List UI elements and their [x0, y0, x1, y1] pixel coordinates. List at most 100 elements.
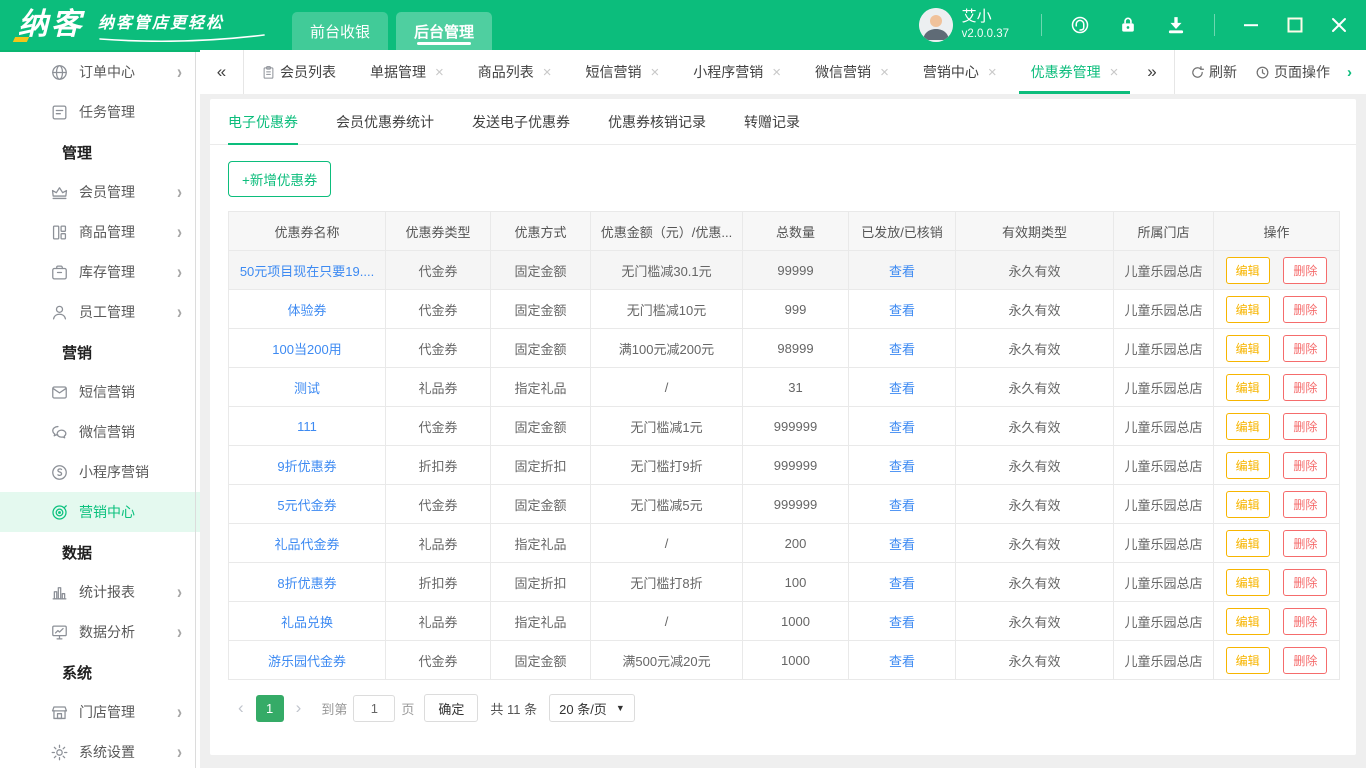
tab-close-icon[interactable]: ×	[435, 65, 444, 80]
close-button[interactable]	[1326, 12, 1352, 38]
view-link[interactable]: 查看	[889, 420, 915, 435]
edit-button[interactable]: 编辑	[1226, 413, 1270, 440]
page-tab[interactable]: 微信营销 ×	[803, 50, 901, 94]
delete-button[interactable]: 删除	[1283, 374, 1327, 401]
page-tab[interactable]: 优惠券管理 ×	[1019, 50, 1130, 94]
edit-button[interactable]: 编辑	[1226, 569, 1270, 596]
coupon-name-link[interactable]: 111	[297, 419, 317, 434]
coupon-subtab[interactable]: 优惠券核销记录	[608, 99, 706, 144]
edit-button[interactable]: 编辑	[1226, 335, 1270, 362]
edit-button[interactable]: 编辑	[1226, 374, 1270, 401]
sidebar-item-member[interactable]: 会员管理 ›	[0, 172, 200, 212]
edit-button[interactable]: 编辑	[1226, 257, 1270, 284]
view-link[interactable]: 查看	[889, 498, 915, 513]
backend-manage-button[interactable]: 后台管理	[396, 12, 492, 50]
coupon-name-link[interactable]: 8折优惠券	[277, 576, 336, 591]
sidebar-item-goods[interactable]: 商品管理 ›	[0, 212, 200, 252]
edit-button[interactable]: 编辑	[1226, 530, 1270, 557]
sidebar-item-order-center[interactable]: 订单中心 ›	[0, 52, 200, 92]
sidebar-item-store[interactable]: 门店管理 ›	[0, 692, 200, 732]
tab-close-icon[interactable]: ×	[988, 65, 997, 80]
page-tab[interactable]: 短信营销 ×	[574, 50, 672, 94]
edit-button[interactable]: 编辑	[1226, 608, 1270, 635]
coupon-name-link[interactable]: 100当200用	[272, 342, 341, 357]
edit-button[interactable]: 编辑	[1226, 296, 1270, 323]
tab-close-icon[interactable]: ×	[772, 65, 781, 80]
delete-button[interactable]: 删除	[1283, 491, 1327, 518]
sidebar-item-stats[interactable]: 统计报表 ›	[0, 572, 200, 612]
tab-close-icon[interactable]: ×	[880, 65, 889, 80]
refresh-button[interactable]: 刷新	[1190, 62, 1237, 82]
service-icon[interactable]	[1069, 14, 1091, 36]
sidebar-item-sms[interactable]: 短信营销	[0, 372, 200, 412]
tab-close-icon[interactable]: ×	[651, 65, 660, 80]
sidebar-item-marketing-center[interactable]: 营销中心	[0, 492, 200, 532]
column-header: 优惠券类型	[386, 212, 491, 251]
page-tab[interactable]: 会员列表	[249, 50, 348, 94]
page-size-select[interactable]: 20 条/页 ▼	[549, 694, 635, 722]
coupon-name-link[interactable]: 体验券	[287, 303, 326, 318]
delete-button[interactable]: 删除	[1283, 413, 1327, 440]
tab-close-icon[interactable]: ×	[543, 65, 552, 80]
coupon-subtab[interactable]: 发送电子优惠券	[472, 99, 570, 144]
sidebar-item-miniapp[interactable]: 小程序营销	[0, 452, 200, 492]
next-page-button[interactable]: ›	[286, 698, 312, 718]
coupon-subtab[interactable]: 会员优惠券统计	[336, 99, 434, 144]
view-link[interactable]: 查看	[889, 381, 915, 396]
coupon-name-link[interactable]: 礼品兑换	[281, 615, 333, 630]
coupon-name-link[interactable]: 5元代金券	[277, 498, 336, 513]
sidebar-item-staff[interactable]: 员工管理 ›	[0, 292, 200, 332]
sidebar-item-stock[interactable]: 库存管理 ›	[0, 252, 200, 292]
download-icon[interactable]	[1165, 14, 1187, 36]
view-link[interactable]: 查看	[889, 342, 915, 357]
coupon-name-link[interactable]: 测试	[294, 381, 320, 396]
view-link[interactable]: 查看	[889, 654, 915, 669]
avatar[interactable]	[919, 8, 953, 42]
front-cashier-button[interactable]: 前台收银	[292, 12, 388, 50]
view-link[interactable]: 查看	[889, 459, 915, 474]
delete-button[interactable]: 删除	[1283, 608, 1327, 635]
delete-button[interactable]: 删除	[1283, 647, 1327, 674]
edit-button[interactable]: 编辑	[1226, 452, 1270, 479]
view-link[interactable]: 查看	[889, 576, 915, 591]
delete-button[interactable]: 删除	[1283, 530, 1327, 557]
coupon-subtab[interactable]: 电子优惠券	[228, 99, 298, 144]
page-tab[interactable]: 单据管理 ×	[358, 50, 456, 94]
view-link[interactable]: 查看	[889, 615, 915, 630]
page-tab[interactable]: 小程序营销 ×	[681, 50, 793, 94]
sidebar-item-task[interactable]: 任务管理	[0, 92, 200, 132]
delete-button[interactable]: 删除	[1283, 569, 1327, 596]
page-tab[interactable]: 营销中心 ×	[911, 50, 1009, 94]
coupon-name-link[interactable]: 50元项目现在只要19....	[240, 264, 374, 279]
tabs-collapse-button[interactable]: «	[200, 50, 244, 94]
coupon-name-link[interactable]: 礼品代金券	[274, 537, 339, 552]
view-link[interactable]: 查看	[889, 264, 915, 279]
tabs-expand-button[interactable]: »	[1130, 50, 1174, 94]
lock-icon[interactable]	[1117, 14, 1139, 36]
view-link[interactable]: 查看	[889, 303, 915, 318]
add-coupon-button[interactable]: +新增优惠券	[228, 161, 331, 197]
coupon-subtab[interactable]: 转赠记录	[744, 99, 800, 144]
sidebar-item-wechat[interactable]: 微信营销	[0, 412, 200, 452]
coupon-name-link[interactable]: 9折优惠券	[277, 459, 336, 474]
page-ops-button[interactable]: 页面操作	[1255, 62, 1330, 82]
page-tab[interactable]: 商品列表 ×	[466, 50, 564, 94]
goto-confirm-button[interactable]: 确定	[424, 694, 478, 722]
delete-button[interactable]: 删除	[1283, 296, 1327, 323]
coupon-name-link[interactable]: 游乐园代金券	[268, 654, 346, 669]
tab-close-icon[interactable]: ×	[1110, 65, 1119, 80]
actions-more-button[interactable]: ›	[1347, 64, 1352, 81]
goto-page-input[interactable]	[353, 695, 395, 722]
delete-button[interactable]: 删除	[1283, 452, 1327, 479]
delete-button[interactable]: 删除	[1283, 335, 1327, 362]
prev-page-button[interactable]: ‹	[228, 698, 254, 718]
view-link[interactable]: 查看	[889, 537, 915, 552]
delete-button[interactable]: 删除	[1283, 257, 1327, 284]
sidebar-item-settings[interactable]: 系统设置 ›	[0, 732, 200, 768]
minimize-button[interactable]	[1238, 12, 1264, 38]
page-1-button[interactable]: 1	[256, 695, 284, 722]
maximize-button[interactable]	[1282, 12, 1308, 38]
edit-button[interactable]: 编辑	[1226, 647, 1270, 674]
edit-button[interactable]: 编辑	[1226, 491, 1270, 518]
sidebar-item-analysis[interactable]: 数据分析 ›	[0, 612, 200, 652]
